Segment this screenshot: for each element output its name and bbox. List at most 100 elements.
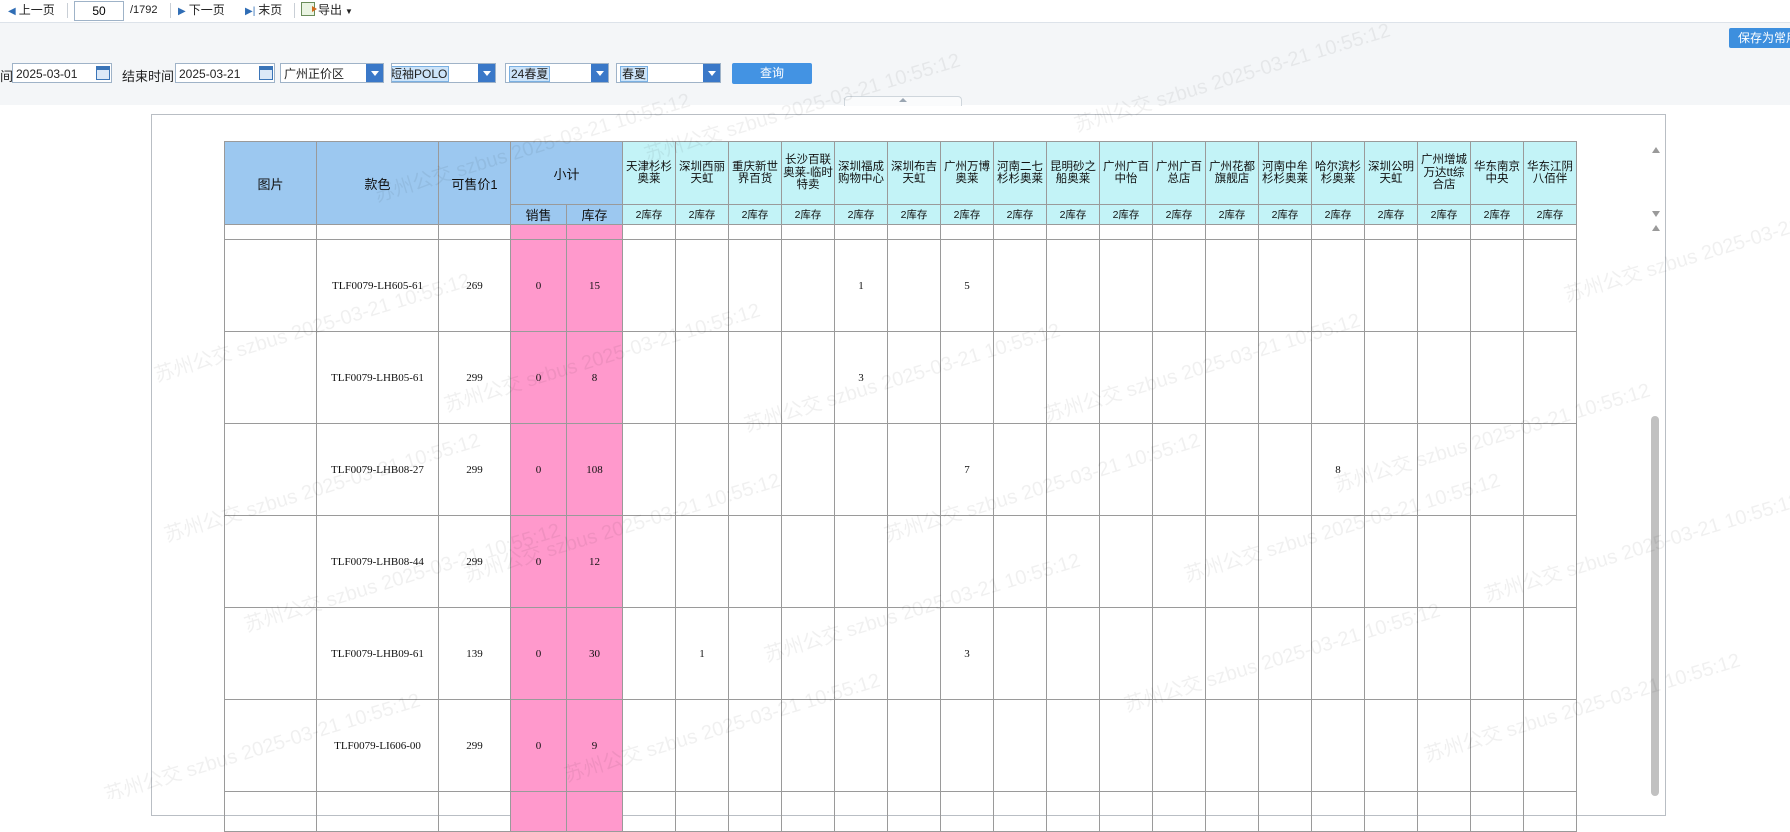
price-cell: 299 bbox=[438, 699, 511, 792]
store-stock-cell bbox=[834, 423, 888, 516]
store-stock-cell bbox=[834, 607, 888, 700]
store-stock-cell bbox=[1099, 607, 1153, 700]
store-stock-cell bbox=[1205, 239, 1259, 332]
product-image-cell bbox=[224, 423, 317, 516]
store-stock-cell bbox=[781, 515, 835, 608]
price-cell: 139 bbox=[438, 607, 511, 700]
table-cell bbox=[1099, 224, 1153, 240]
region-select[interactable]: 广州正价区 bbox=[280, 63, 384, 83]
store-stock-cell bbox=[1046, 239, 1100, 332]
store-stock-cell bbox=[1417, 515, 1471, 608]
store-stock-cell bbox=[1470, 331, 1524, 424]
table-row[interactable]: TLF0079-LH605-61 269 0 15 1 5 bbox=[224, 239, 1577, 332]
season-select[interactable]: 春夏 bbox=[616, 63, 721, 83]
store-stock-cell bbox=[993, 607, 1047, 700]
table-row[interactable]: TLF0079-LHB09-61 139 0 30 1 3 bbox=[224, 607, 1577, 700]
store-stock-subheader: 2库存 bbox=[728, 204, 782, 225]
store-stock-subheader: 2库存 bbox=[675, 204, 729, 225]
store-stock-cell bbox=[1152, 607, 1206, 700]
sales-cell: 0 bbox=[510, 239, 567, 332]
stock-cell: 12 bbox=[566, 515, 623, 608]
calendar-icon[interactable] bbox=[259, 66, 273, 80]
store-stock-cell bbox=[940, 515, 994, 608]
dropdown-arrow-icon[interactable] bbox=[478, 64, 495, 82]
subtotal-column-header: 小计 bbox=[510, 141, 623, 205]
end-time-label: 结束时间 bbox=[122, 69, 175, 84]
prev-arrow-icon: ◀ bbox=[8, 6, 16, 17]
store-stock-cell bbox=[1152, 515, 1206, 608]
store-stock-cell bbox=[675, 699, 729, 792]
store-stock-cell bbox=[1205, 331, 1259, 424]
page-total: /1792 bbox=[130, 4, 158, 16]
store-stock-cell: 3 bbox=[834, 331, 888, 424]
store-stock-subheader: 2库存 bbox=[834, 204, 888, 225]
store-stock-subheader: 2库存 bbox=[993, 204, 1047, 225]
sales-cell: 0 bbox=[510, 331, 567, 424]
start-date-field[interactable]: 2025-03-01 bbox=[12, 63, 112, 83]
store-stock-cell bbox=[675, 331, 729, 424]
table-cell bbox=[1046, 224, 1100, 240]
store-stock-cell bbox=[1311, 607, 1365, 700]
end-date-field[interactable]: 2025-03-21 bbox=[175, 63, 275, 83]
query-button[interactable]: 查询 bbox=[732, 63, 812, 84]
scroll-up-icon[interactable] bbox=[1652, 225, 1660, 231]
scroll-up-icon[interactable] bbox=[1652, 147, 1660, 153]
store-stock-cell bbox=[1470, 699, 1524, 792]
table-cell bbox=[1205, 224, 1259, 240]
price-cell: 269 bbox=[438, 239, 511, 332]
table-cell bbox=[1258, 224, 1312, 240]
last-page-button[interactable]: ▶| 末页 bbox=[245, 2, 282, 19]
store-stock-cell bbox=[1470, 607, 1524, 700]
store-stock-subheader: 2库存 bbox=[622, 204, 676, 225]
table-cell bbox=[728, 224, 782, 240]
dropdown-arrow-icon[interactable] bbox=[703, 64, 720, 82]
table-row[interactable]: TLF0079-LHB05-61 299 0 8 3 bbox=[224, 331, 1577, 424]
store-stock-cell bbox=[622, 699, 676, 792]
store-stock-cell: 1 bbox=[675, 607, 729, 700]
stock-cell: 9 bbox=[566, 699, 623, 792]
store-stock-cell bbox=[1364, 239, 1418, 332]
store-column-header: 重庆新世界百货 bbox=[728, 141, 782, 205]
table-row[interactable]: TLF0079-LHB08-44 299 0 12 bbox=[224, 515, 1577, 608]
sku-cell: TLF0079-LHB09-61 bbox=[316, 607, 439, 700]
season-year-select[interactable]: 24春夏 bbox=[505, 63, 609, 83]
category-select[interactable]: 短袖POLO bbox=[391, 63, 496, 83]
store-stock-cell bbox=[887, 699, 941, 792]
store-stock-cell bbox=[728, 699, 782, 792]
store-stock-cell bbox=[887, 331, 941, 424]
store-stock-cell bbox=[1046, 515, 1100, 608]
table-row[interactable]: TLF0079-LI606-00 299 0 9 bbox=[224, 699, 1577, 792]
export-button[interactable]: 导出 ▼ bbox=[301, 2, 353, 19]
store-column-header: 华东南京中央 bbox=[1470, 141, 1524, 205]
store-stock-cell bbox=[1364, 699, 1418, 792]
stock-cell: 108 bbox=[566, 423, 623, 516]
store-stock-cell: 5 bbox=[940, 239, 994, 332]
product-image-cell bbox=[224, 607, 317, 700]
vertical-scrollbar[interactable] bbox=[1649, 143, 1663, 799]
next-page-button[interactable]: ▶ 下一页 bbox=[178, 2, 225, 19]
store-stock-cell bbox=[1364, 607, 1418, 700]
dropdown-arrow-icon[interactable] bbox=[366, 64, 383, 82]
store-stock-cell bbox=[1099, 239, 1153, 332]
collapse-toggle[interactable] bbox=[844, 96, 962, 106]
scroll-down-icon[interactable] bbox=[1652, 211, 1660, 217]
price-cell: 299 bbox=[438, 331, 511, 424]
scrollbar-thumb[interactable] bbox=[1651, 416, 1659, 796]
calendar-icon[interactable] bbox=[96, 66, 110, 80]
store-column-header: 河南中牟杉杉奥莱 bbox=[1258, 141, 1312, 205]
page-number-input[interactable] bbox=[74, 1, 124, 21]
store-stock-cell bbox=[1470, 423, 1524, 516]
prev-page-button[interactable]: ◀ 上一页 bbox=[8, 2, 55, 19]
dropdown-arrow-icon[interactable] bbox=[591, 64, 608, 82]
product-image-cell bbox=[224, 331, 317, 424]
price-column-header: 可售价1 bbox=[438, 141, 511, 225]
table-cell bbox=[566, 791, 623, 832]
table-row[interactable]: TLF0079-LHB08-27 299 0 108 7 8 bbox=[224, 423, 1577, 516]
toolbar-divider bbox=[170, 3, 171, 18]
save-as-common-button[interactable]: 保存为常用 bbox=[1729, 28, 1790, 48]
table-cell bbox=[940, 791, 994, 832]
price-cell: 299 bbox=[438, 423, 511, 516]
store-stock-subheader: 2库存 bbox=[1258, 204, 1312, 225]
store-stock-cell bbox=[993, 515, 1047, 608]
table-cell bbox=[834, 791, 888, 832]
